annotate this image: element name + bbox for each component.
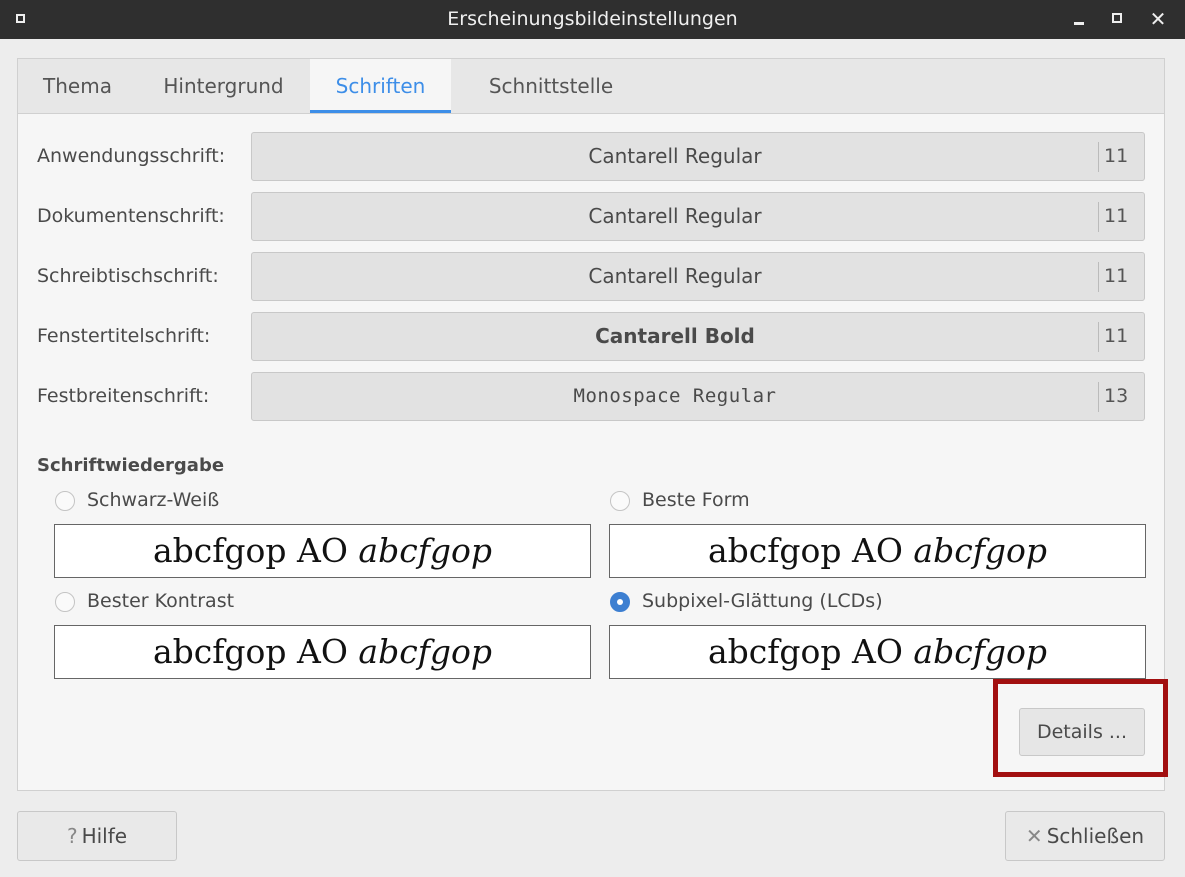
maximize-icon[interactable] bbox=[1107, 8, 1129, 30]
application-font-button[interactable]: Cantarell Regular 11 bbox=[251, 132, 1145, 181]
font-name: Cantarell Bold bbox=[595, 324, 755, 348]
font-name: Cantarell Regular bbox=[588, 204, 762, 228]
preview-best-shape: abcfgop AO abcfgop bbox=[609, 524, 1146, 578]
radio-label: Subpixel-Glättung (LCDs) bbox=[642, 590, 883, 612]
close-button[interactable]: ✕ Schließen bbox=[1005, 811, 1165, 861]
tab-thema[interactable]: Thema bbox=[18, 59, 137, 113]
tab-schnittstelle[interactable]: Schnittstelle bbox=[451, 59, 651, 113]
preview-italic-text: abcfgop bbox=[358, 531, 493, 570]
font-size: 11 bbox=[1104, 325, 1129, 347]
minimize-icon[interactable] bbox=[1069, 8, 1091, 30]
document-font-label: Dokumentenschrift: bbox=[37, 205, 225, 227]
preview-monochrome: abcfgop AO abcfgop bbox=[54, 524, 591, 578]
help-icon: ? bbox=[66, 824, 78, 848]
window-title: Erscheinungsbildeinstellungen bbox=[447, 8, 738, 30]
divider bbox=[1098, 142, 1099, 172]
title-bar: Erscheinungsbildeinstellungen ✕ bbox=[0, 0, 1185, 39]
font-size: 13 bbox=[1104, 385, 1129, 407]
help-button[interactable]: ? Hilfe bbox=[17, 811, 177, 861]
font-name: Cantarell Regular bbox=[588, 264, 762, 288]
divider bbox=[1098, 202, 1099, 232]
window-title-font-label: Fenstertitelschrift: bbox=[37, 325, 211, 347]
radio-indicator-checked[interactable] bbox=[610, 592, 630, 612]
radio-label: Schwarz-Weiß bbox=[87, 489, 220, 511]
preview-plain-text: abcfgop AO bbox=[707, 632, 914, 671]
radio-label: Beste Form bbox=[642, 489, 750, 511]
preview-plain-text: abcfgop AO bbox=[152, 531, 359, 570]
tab-bar: Thema Hintergrund Schriften Schnittstell… bbox=[18, 59, 1164, 114]
window-title-font-button[interactable]: Cantarell Bold 11 bbox=[251, 312, 1145, 361]
preview-plain-text: abcfgop AO bbox=[152, 632, 359, 671]
radio-indicator[interactable] bbox=[55, 491, 75, 511]
help-button-label: Hilfe bbox=[81, 824, 128, 848]
close-button-label: Schließen bbox=[1046, 824, 1145, 848]
divider bbox=[1098, 262, 1099, 292]
radio-label: Bester Kontrast bbox=[87, 590, 235, 612]
document-font-button[interactable]: Cantarell Regular 11 bbox=[251, 192, 1145, 241]
close-icon: ✕ bbox=[1025, 824, 1043, 848]
highlight-box bbox=[993, 679, 1168, 777]
font-name: Cantarell Regular bbox=[588, 144, 762, 168]
desktop-font-button[interactable]: Cantarell Regular 11 bbox=[251, 252, 1145, 301]
monospace-font-label: Festbreitenschrift: bbox=[37, 385, 210, 407]
preview-italic-text: abcfgop bbox=[358, 632, 493, 671]
divider bbox=[1098, 322, 1099, 352]
preview-best-contrast: abcfgop AO abcfgop bbox=[54, 625, 591, 679]
application-font-label: Anwendungsschrift: bbox=[37, 145, 226, 167]
font-size: 11 bbox=[1104, 205, 1129, 227]
font-name: Monospace Regular bbox=[573, 385, 777, 407]
font-size: 11 bbox=[1104, 145, 1129, 167]
tab-schriften[interactable]: Schriften bbox=[310, 59, 451, 113]
preview-italic-text: abcfgop bbox=[913, 531, 1048, 570]
radio-indicator[interactable] bbox=[610, 491, 630, 511]
radio-indicator[interactable] bbox=[55, 592, 75, 612]
rendering-heading: Schriftwiedergabe bbox=[37, 455, 225, 476]
desktop-font-label: Schreibtischschrift: bbox=[37, 265, 219, 287]
preview-subpixel: abcfgop AO abcfgop bbox=[609, 625, 1146, 679]
font-size: 11 bbox=[1104, 265, 1129, 287]
tab-hintergrund[interactable]: Hintergrund bbox=[137, 59, 310, 113]
preview-plain-text: abcfgop AO bbox=[707, 531, 914, 570]
monospace-font-button[interactable]: Monospace Regular 13 bbox=[251, 372, 1145, 421]
close-icon[interactable]: ✕ bbox=[1147, 8, 1169, 30]
divider bbox=[1098, 382, 1099, 412]
preview-italic-text: abcfgop bbox=[913, 632, 1048, 671]
